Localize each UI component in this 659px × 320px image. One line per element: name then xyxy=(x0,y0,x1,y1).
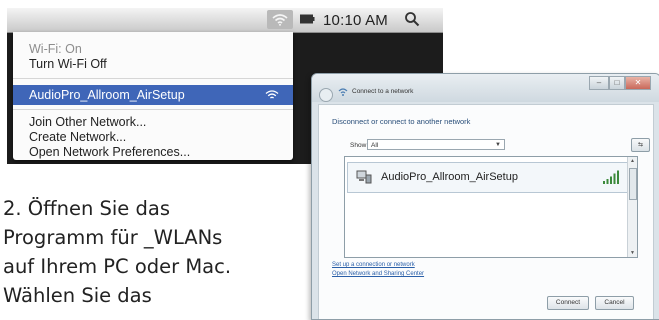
spotlight-search-icon[interactable] xyxy=(404,11,420,27)
network-item-audiopro[interactable]: AudioPro_Allroom_AirSetup xyxy=(13,85,293,105)
windows-connect-dialog: – □ ✕ Connect to a network Disconnect or… xyxy=(311,73,659,320)
instruction-line: Programm für _WLANs xyxy=(3,226,223,249)
back-arrow-icon[interactable] xyxy=(319,88,333,102)
instruction-line: Wählen Sie das xyxy=(3,284,152,307)
network-item-label: AudioPro_Allroom_AirSetup xyxy=(29,88,185,102)
network-list-scrollbar[interactable]: ▲ ▼ xyxy=(627,157,637,257)
turn-wifi-off-item[interactable]: Turn Wi-Fi Off xyxy=(13,56,293,72)
battery-icon[interactable] xyxy=(300,14,315,24)
network-row-audiopro[interactable]: AudioPro_Allroom_AirSetup xyxy=(347,162,631,193)
network-wizard-icon xyxy=(338,88,348,96)
dialog-body: Disconnect or connect to another network… xyxy=(318,104,654,319)
network-computer-icon xyxy=(356,170,372,184)
scroll-up-icon[interactable]: ▲ xyxy=(629,158,636,164)
scroll-down-icon[interactable]: ▼ xyxy=(629,250,636,256)
join-other-network-item[interactable]: Join Other Network... xyxy=(13,114,293,130)
close-button[interactable]: ✕ xyxy=(625,76,651,90)
chevron-down-icon: ▼ xyxy=(495,142,501,148)
wifi-menu-icon[interactable] xyxy=(267,10,293,29)
show-filter-value: All xyxy=(371,142,379,149)
minimize-button[interactable]: – xyxy=(589,76,609,90)
wifi-signal-icon xyxy=(265,90,279,99)
show-filter-label: Show xyxy=(350,142,367,149)
scrollbar-thumb[interactable] xyxy=(629,168,637,200)
menu-separator xyxy=(13,78,293,79)
open-network-preferences-item[interactable]: Open Network Preferences... xyxy=(13,144,293,160)
instruction-line: 2. Öffnen Sie das xyxy=(3,197,170,220)
sharing-center-link[interactable]: Open Network and Sharing Center xyxy=(332,271,424,277)
menu-separator xyxy=(13,109,293,110)
refresh-button[interactable]: ⇆ xyxy=(631,138,650,152)
cancel-button[interactable]: Cancel xyxy=(595,296,634,310)
dialog-titlebar: – □ ✕ Connect to a network xyxy=(312,74,659,102)
dialog-heading: Disconnect or connect to another network xyxy=(332,117,471,126)
signal-strength-icon xyxy=(603,170,619,184)
wifi-dropdown-menu: Wi-Fi: On Turn Wi-Fi Off AudioPro_Allroo… xyxy=(13,32,293,160)
network-list: AudioPro_Allroom_AirSetup ▲ ▼ xyxy=(344,156,638,258)
network-row-label: AudioPro_Allroom_AirSetup xyxy=(381,171,518,183)
instruction-line: auf Ihrem PC oder Mac. xyxy=(3,255,232,278)
maximize-button[interactable]: □ xyxy=(609,76,625,90)
mac-menubar: 10:10 AM xyxy=(7,8,443,33)
instruction-text: 2. Öffnen Sie das Programm für _WLANs au… xyxy=(3,194,308,310)
setup-connection-link[interactable]: Set up a connection or network xyxy=(332,262,415,268)
show-filter-select[interactable]: All ▼ xyxy=(367,139,505,150)
connect-button[interactable]: Connect xyxy=(547,296,589,310)
wifi-status-label: Wi-Fi: On xyxy=(29,42,82,56)
create-network-item[interactable]: Create Network... xyxy=(13,129,293,145)
dialog-title: Connect to a network xyxy=(352,88,414,95)
menubar-clock[interactable]: 10:10 AM xyxy=(323,12,388,29)
